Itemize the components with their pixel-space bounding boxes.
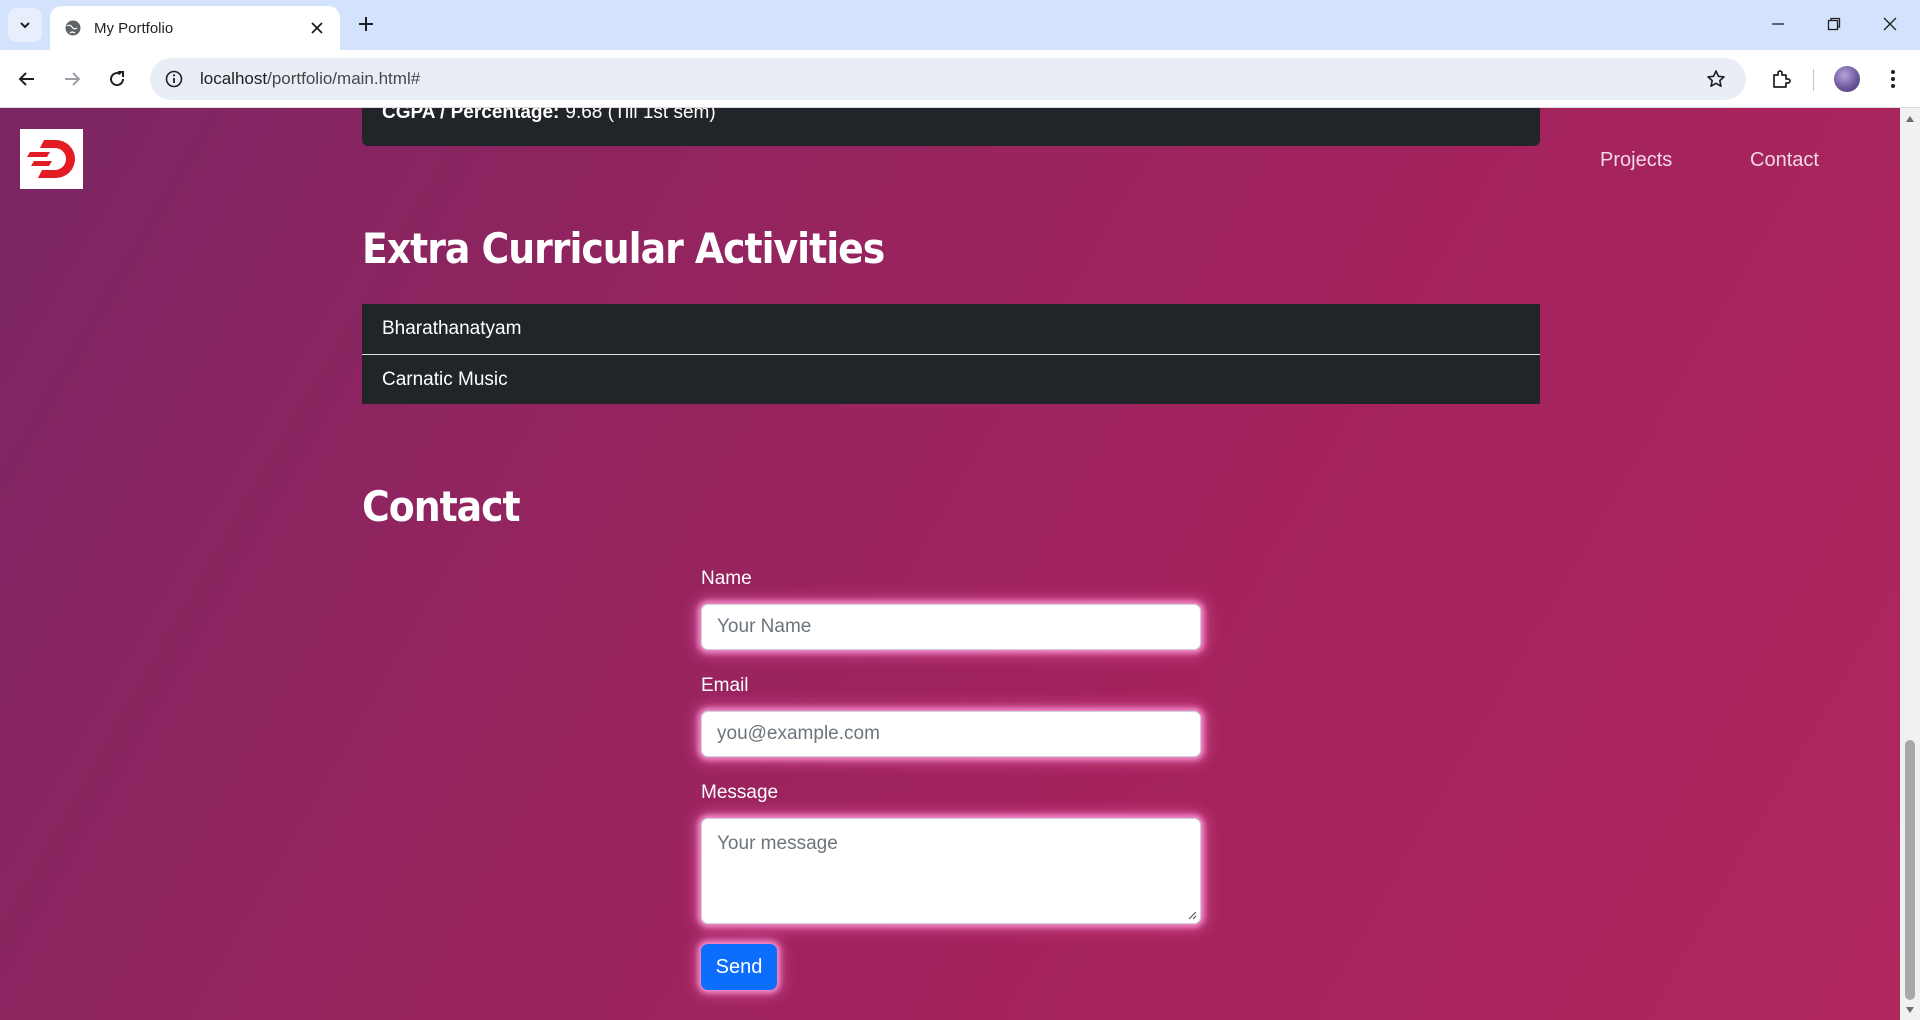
restore-button[interactable] (1806, 0, 1862, 48)
tab-strip: My Portfolio (0, 0, 1920, 50)
minimize-icon (1772, 23, 1784, 25)
forward-button[interactable] (55, 62, 89, 96)
message-label: Message (701, 782, 779, 803)
name-input[interactable]: Your Name (701, 604, 1201, 650)
close-icon[interactable] (306, 17, 328, 39)
resize-grip-icon[interactable] (1187, 910, 1197, 920)
scroll-down-arrow-icon[interactable] (1900, 1001, 1920, 1018)
chevron-down-icon (20, 22, 30, 29)
page-viewport: CGPA / Percentage: 9.68 (Till 1st sem) P… (0, 108, 1900, 1020)
message-placeholder: Your message (717, 833, 838, 854)
site-info-icon[interactable] (154, 59, 194, 99)
browser-toolbar: localhost/portfolio/main.html# (0, 50, 1920, 108)
arrow-left-icon (18, 72, 34, 86)
reload-button[interactable] (100, 62, 134, 96)
name-label: Name (701, 568, 752, 589)
logo-d-icon (26, 140, 75, 178)
close-window-button[interactable] (1862, 0, 1918, 48)
site-logo[interactable] (20, 129, 83, 189)
avatar[interactable] (1834, 66, 1860, 92)
minimize-button[interactable] (1750, 0, 1806, 48)
extracurricular-heading: Extra Curricular Activities (362, 224, 885, 273)
toolbar-separator (1813, 69, 1814, 91)
send-button[interactable]: Send (701, 944, 777, 990)
nav-link-contact[interactable]: Contact (1750, 149, 1819, 172)
tab-title: My Portfolio (94, 19, 174, 37)
contact-heading: Contact (362, 482, 521, 531)
email-input[interactable]: you@example.com (701, 711, 1201, 757)
list-item: Bharathanatyam (362, 304, 1540, 354)
close-icon (1883, 17, 1897, 31)
reload-icon (110, 71, 125, 87)
extracurricular-list: Bharathanatyam Carnatic Music (362, 304, 1540, 404)
message-textarea[interactable]: Your message (701, 818, 1201, 924)
plus-icon (359, 17, 373, 31)
nav-link-projects[interactable]: Projects (1600, 149, 1672, 172)
address-bar[interactable]: localhost/portfolio/main.html# (150, 58, 1746, 100)
name-placeholder: Your Name (717, 616, 812, 637)
back-button[interactable] (10, 62, 44, 96)
tab-list-button[interactable] (8, 8, 42, 42)
cgpa-label: CGPA / Percentage: (382, 108, 560, 123)
page-scrollbar[interactable] (1900, 108, 1920, 1020)
new-tab-button[interactable] (352, 10, 380, 38)
kebab-menu-icon[interactable] (1876, 62, 1910, 96)
arrow-right-icon (65, 72, 81, 86)
list-item: Carnatic Music (362, 354, 1540, 404)
star-icon[interactable] (1696, 59, 1736, 99)
cgpa-value: 9.68 (Till 1st sem) (565, 108, 716, 123)
restore-icon (1827, 17, 1841, 31)
email-placeholder: you@example.com (717, 723, 880, 744)
puzzle-icon[interactable] (1764, 62, 1798, 96)
browser-tab[interactable]: My Portfolio (50, 6, 340, 50)
scroll-up-arrow-icon[interactable] (1900, 110, 1920, 127)
education-card: CGPA / Percentage: 9.68 (Till 1st sem) (362, 108, 1540, 146)
globe-icon (64, 19, 82, 37)
url-text: localhost/portfolio/main.html# (200, 69, 421, 88)
email-label: Email (701, 675, 749, 696)
scrollbar-thumb[interactable] (1905, 740, 1915, 1000)
